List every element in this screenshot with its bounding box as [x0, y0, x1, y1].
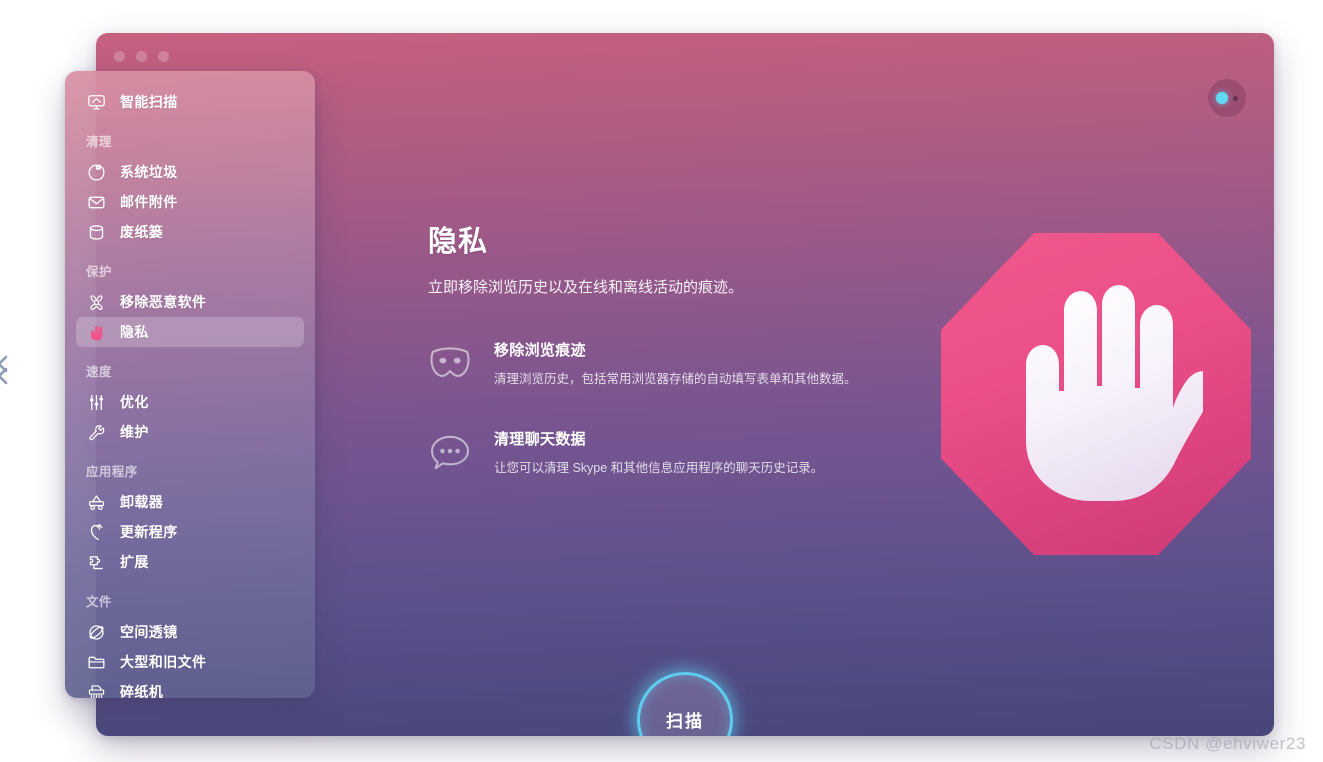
sidebar-group-speed: 速度 [86, 365, 112, 379]
sidebar-item-label: 废纸篓 [120, 224, 164, 240]
page-title: 隐私 [428, 226, 489, 258]
sidebar-item-mail-attachments[interactable]: 邮件附件 [76, 187, 304, 217]
screenshot-root: 隐私 立即移除浏览历史以及在线和离线活动的痕迹。 移除浏览痕迹 清理浏览历史，包… [0, 0, 1323, 762]
sidebar-item-trash[interactable]: 废纸篓 [76, 217, 304, 247]
sidebar-group-cleanup: 清理 [86, 135, 112, 149]
sidebar-group-files: 文件 [86, 595, 112, 609]
sidebar-item-label: 智能扫描 [120, 94, 178, 110]
sidebar-item-label: 空间透镜 [120, 624, 178, 640]
sidebar-group-applications: 应用程序 [86, 465, 138, 479]
minimize-button[interactable] [136, 51, 147, 62]
sidebar-item-label: 碎纸机 [120, 684, 164, 698]
sidebar-item-label: 扩展 [120, 554, 149, 570]
sidebar-item-space-lens[interactable]: 空间透镜 [76, 617, 304, 647]
sidebar-item-label: 移除恶意软件 [120, 294, 207, 310]
feature-description: 清理浏览历史，包括常用浏览器存储的自动填写表单和其他数据。 [494, 371, 857, 386]
sidebar-item-malware-removal[interactable]: 移除恶意软件 [76, 287, 304, 317]
feature-description: 让您可以清理 Skype 和其他信息应用程序的聊天历史记录。 [494, 461, 824, 476]
trash-bin-icon [86, 222, 106, 242]
sidebar-item-extensions[interactable]: 扩展 [76, 547, 304, 577]
sidebar-item-label: 卸载器 [120, 494, 164, 510]
feature-body: 清理聊天数据 让您可以清理 Skype 和其他信息应用程序的聊天历史记录。 [494, 426, 868, 480]
feature-list: 移除浏览痕迹 清理浏览历史，包括常用浏览器存储的自动填写表单和其他数据。 清理聊… [428, 337, 868, 480]
feature-row[interactable]: 清理聊天数据 让您可以清理 Skype 和其他信息应用程序的聊天历史记录。 [428, 426, 868, 480]
status-indicator-button[interactable] [1208, 79, 1246, 117]
uninstaller-icon [86, 492, 106, 512]
sidebar-item-large-old-files[interactable]: 大型和旧文件 [76, 647, 304, 677]
chat-bubble-icon [428, 430, 472, 474]
shredder-icon [86, 682, 106, 698]
scan-button-label: 扫描 [666, 711, 704, 731]
hand-icon [1026, 285, 1203, 501]
sidebar-item-updater[interactable]: 更新程序 [76, 517, 304, 547]
wrench-icon [86, 422, 106, 442]
stop-sign-hand-illustration [941, 233, 1256, 563]
watermark-text: CSDN @ehviwer23 [1149, 734, 1306, 753]
sidebar-item-privacy[interactable]: 隐私 [76, 317, 304, 347]
feature-body: 移除浏览痕迹 清理浏览历史，包括常用浏览器存储的自动填写表单和其他数据。 [494, 337, 868, 391]
sidebar-item-smart-scan[interactable]: 智能扫描 [76, 87, 304, 117]
feature-row[interactable]: 移除浏览痕迹 清理浏览历史，包括常用浏览器存储的自动填写表单和其他数据。 [428, 337, 868, 391]
sidebar-item-label: 系统垃圾 [120, 164, 178, 180]
sidebar: 智能扫描 清理 系统垃圾 邮件附件 废纸篓 保护 移除恶意软件 隐私 速度 优化… [65, 71, 315, 698]
monitor-scan-icon [86, 92, 106, 112]
mail-envelope-icon [86, 192, 106, 212]
scan-button-ring: 扫描 [637, 672, 733, 736]
sidebar-item-optimization[interactable]: 优化 [76, 387, 304, 417]
sidebar-group-protection: 保护 [86, 265, 112, 279]
feature-title: 移除浏览痕迹 [494, 341, 586, 359]
sidebar-item-shredder[interactable]: 碎纸机 [76, 677, 304, 698]
space-lens-icon [86, 622, 106, 642]
sidebar-item-label: 邮件附件 [120, 194, 178, 210]
sliders-icon [86, 392, 106, 412]
mask-icon [428, 341, 472, 385]
system-junk-icon [86, 162, 106, 182]
zoom-button[interactable] [158, 51, 169, 62]
scan-button[interactable]: 扫描 [637, 672, 733, 736]
feature-title: 清理聊天数据 [494, 431, 586, 449]
sidebar-item-label: 维护 [120, 424, 149, 440]
status-inactive-dot-icon [1233, 95, 1238, 101]
main-content: 隐私 立即移除浏览历史以及在线和离线活动的痕迹。 移除浏览痕迹 清理浏览历史，包… [428, 218, 868, 516]
sidebar-item-maintenance[interactable]: 维护 [76, 417, 304, 447]
sidebar-item-uninstaller[interactable]: 卸载器 [76, 487, 304, 517]
stop-hand-icon [86, 322, 106, 342]
sidebar-item-label: 大型和旧文件 [120, 654, 207, 670]
puzzle-piece-icon [86, 552, 106, 572]
updater-arrow-icon [86, 522, 106, 542]
sidebar-item-label: 优化 [120, 394, 149, 410]
page-subtitle: 立即移除浏览历史以及在线和离线活动的痕迹。 [428, 279, 744, 296]
close-button[interactable] [114, 51, 125, 62]
traffic-lights [114, 51, 169, 62]
biohazard-icon [86, 292, 106, 312]
folder-icon [86, 652, 106, 672]
status-active-dot-icon [1216, 92, 1228, 104]
sidebar-item-label: 隐私 [120, 324, 149, 340]
sidebar-item-system-junk[interactable]: 系统垃圾 [76, 157, 304, 187]
cursor-pointer-icon [0, 355, 12, 385]
sidebar-item-label: 更新程序 [120, 524, 178, 540]
